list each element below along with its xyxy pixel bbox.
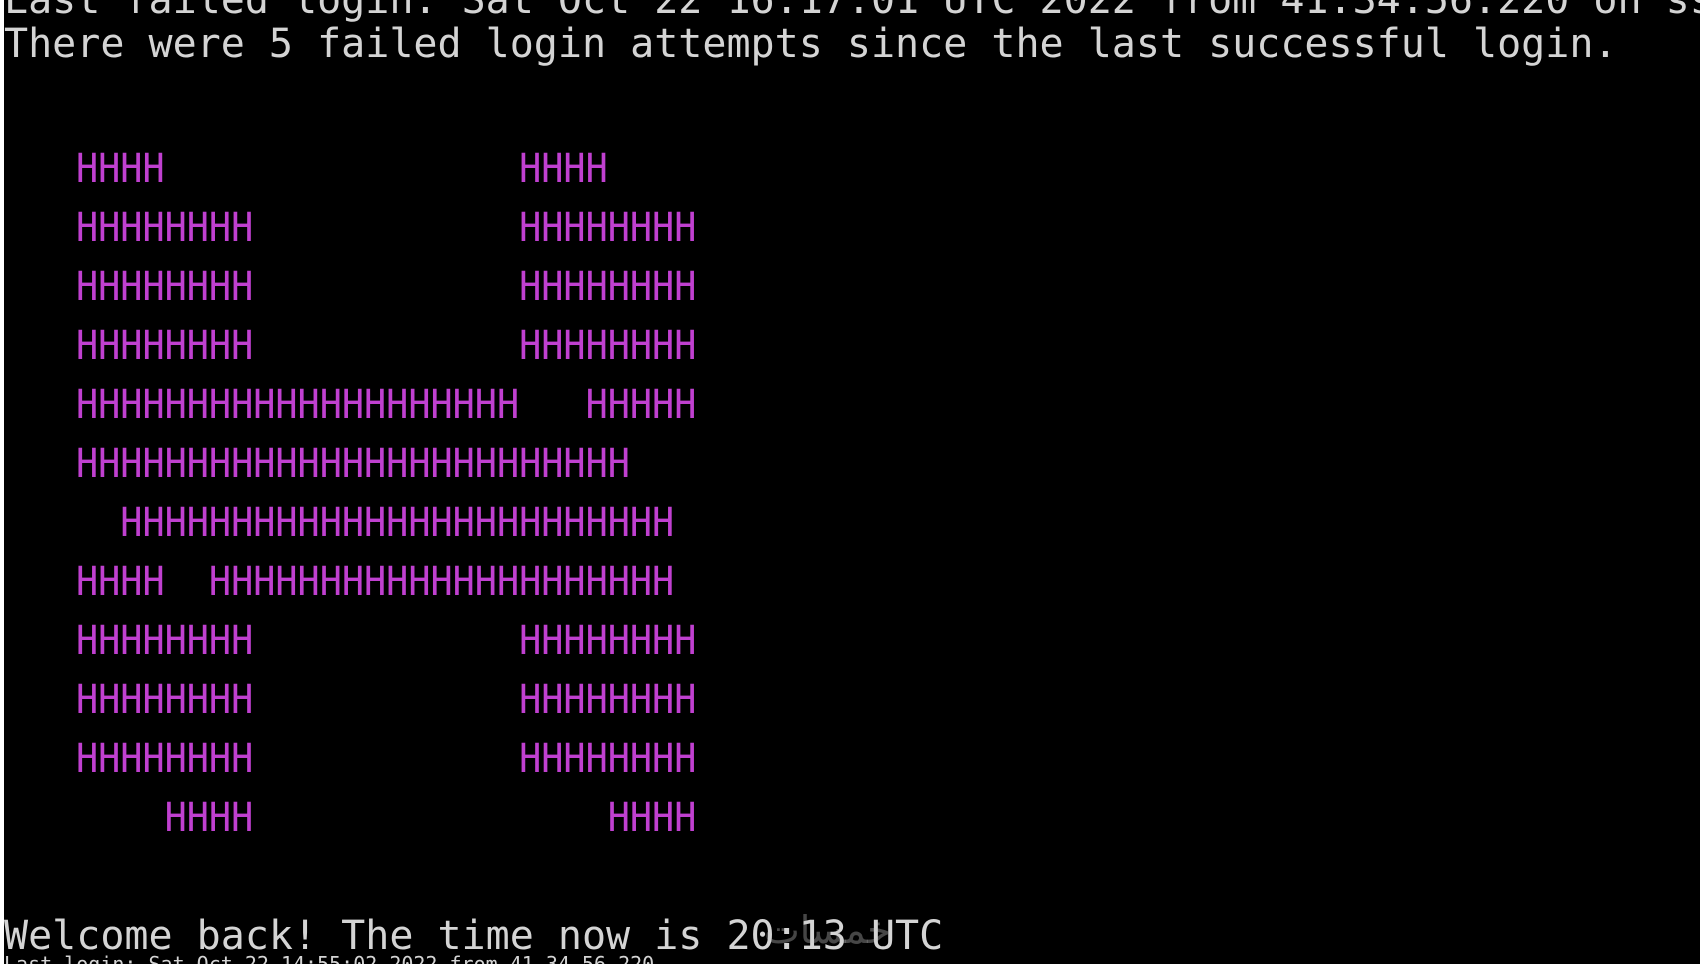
banner-row-10: HHHHHHHH HHHHHHHH — [76, 677, 697, 723]
banner-row-9: HHHHHHHH HHHHHHHH — [76, 618, 697, 664]
banner-row-2: HHHHHHHH HHHHHHHH — [76, 205, 697, 251]
terminal-window[interactable]: Last failed login: Sat Oct 22 16:17:01 U… — [4, 0, 1700, 964]
banner-row-6: HHHHHHHHHHHHHHHHHHHHHHHHH — [76, 441, 630, 487]
banner-row-12: HHHH HHHH — [76, 795, 697, 841]
banner-row-3: HHHHHHHH HHHHHHHH — [76, 264, 697, 310]
banner-row-8: HHHH HHHHHHHHHHHHHHHHHHHHH — [76, 559, 675, 605]
banner-row-1: HHHH HHHH — [76, 146, 608, 192]
ascii-banner: HHHH HHHH HHHHHHHH HHHHHHHH HHHHHHHH HHH… — [76, 140, 750, 848]
watermark-logo: خمسات — [764, 908, 891, 952]
banner-row-5: HHHHHHHHHHHHHHHHHHHH HHHHH — [76, 382, 697, 428]
banner-row-7: HHHHHHHHHHHHHHHHHHHHHHHHH — [76, 500, 675, 546]
window-edge — [780, 964, 1700, 970]
failed-attempts-line: There were 5 failed login attempts since… — [4, 21, 1618, 67]
banner-row-4: HHHHHHHH HHHHHHHH — [76, 323, 697, 369]
last-login-line: Last login: Sat Oct 22 14:55:02 2022 fro… — [4, 952, 655, 964]
banner-row-11: HHHHHHHH HHHHHHHH — [76, 736, 697, 782]
